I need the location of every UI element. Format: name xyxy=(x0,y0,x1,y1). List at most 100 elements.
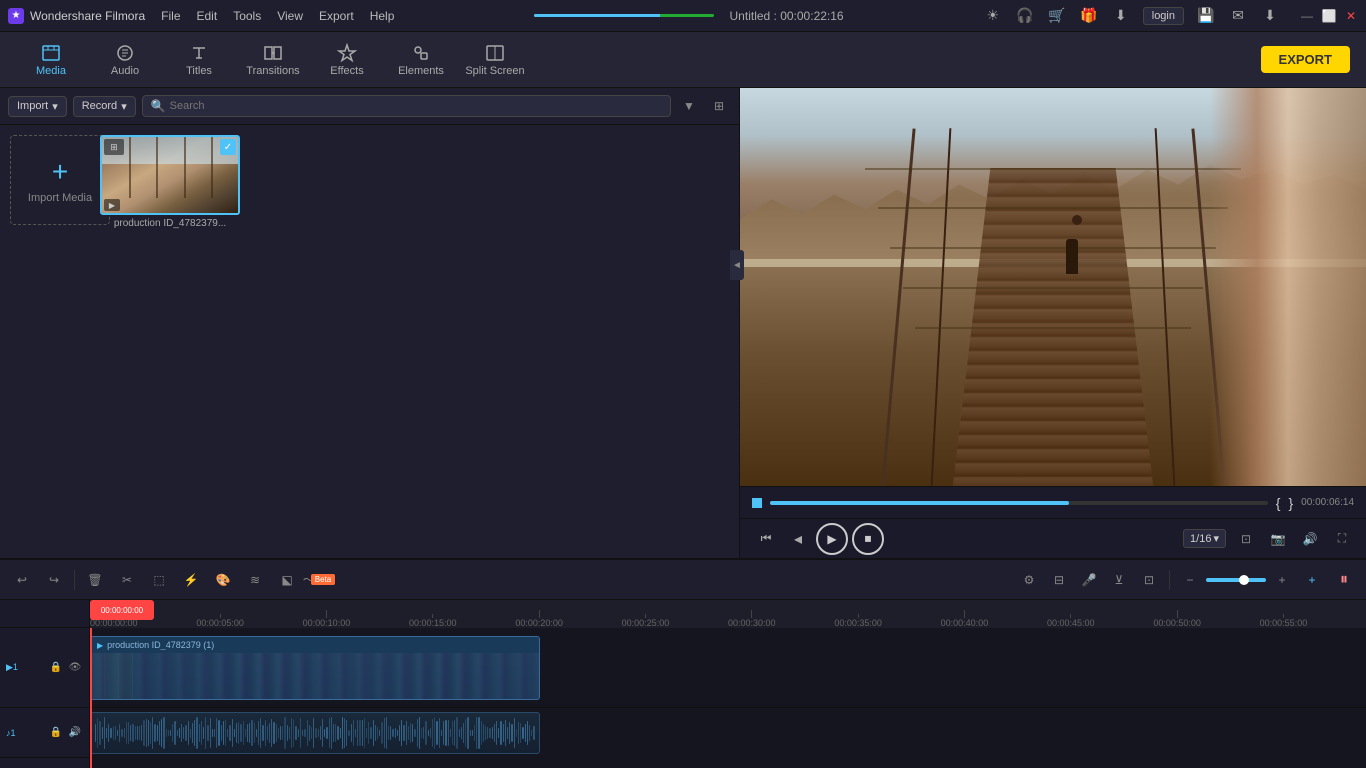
waveform-bar xyxy=(395,728,396,738)
waveform-bar xyxy=(417,719,418,747)
undo-button[interactable]: ↩ xyxy=(8,566,36,594)
out-point-marker[interactable]: } xyxy=(1288,495,1293,511)
toolbar: Media Audio Titles Transitions Effects E… xyxy=(0,32,1366,88)
message-icon[interactable]: ✉ xyxy=(1228,6,1248,26)
grid-view-icon[interactable]: ⊞ xyxy=(707,94,731,118)
minimize-button[interactable]: — xyxy=(1300,9,1314,23)
filter-icon[interactable]: ▼ xyxy=(677,94,701,118)
toolbar-split-screen[interactable]: Split Screen xyxy=(460,36,530,84)
menu-help[interactable]: Help xyxy=(370,9,395,23)
add-track-button[interactable]: + xyxy=(1300,568,1324,592)
close-button[interactable]: ✕ xyxy=(1344,9,1358,23)
play-button[interactable]: ▶ xyxy=(816,523,848,555)
waveform-bar xyxy=(465,719,466,746)
delete-button[interactable]: 🗑 xyxy=(81,566,109,594)
cart-icon[interactable]: 🛒 xyxy=(1047,6,1067,26)
toolbar-separator xyxy=(74,570,75,590)
save-icon[interactable]: 💾 xyxy=(1196,6,1216,26)
speed-button[interactable]: ⚡ xyxy=(177,566,205,594)
timeline-scrubber[interactable] xyxy=(770,501,1268,505)
loading-bar-fill xyxy=(534,14,660,17)
waveform-bar xyxy=(207,725,208,741)
media-item[interactable]: ⊞ ✓ ▶ production ID_4782379... xyxy=(120,135,220,229)
pause-timeline-button[interactable]: ⏸ xyxy=(1330,566,1358,594)
collapse-arrow[interactable]: ◄ xyxy=(730,250,744,280)
waveform-bar xyxy=(280,726,281,740)
collapse-icon: ◄ xyxy=(732,260,742,271)
maximize-button[interactable]: ⬜ xyxy=(1322,9,1336,23)
video-clip-frames xyxy=(91,653,539,700)
snap-icon[interactable]: ⊟ xyxy=(1047,568,1071,592)
beta-badge: Beta xyxy=(311,574,335,585)
waveform-bar xyxy=(514,718,515,749)
preview-area xyxy=(740,88,1366,486)
fullscreen-preview-icon[interactable]: ⊡ xyxy=(1234,527,1258,551)
video-clip[interactable]: ▶ production ID_4782379 (1) xyxy=(90,636,540,700)
waveform-bar xyxy=(251,720,252,747)
menu-view[interactable]: View xyxy=(277,9,303,23)
timeline-ruler[interactable]: 00:00:00:00 // Will be generated by JS 0… xyxy=(90,600,1366,628)
menu-file[interactable]: File xyxy=(161,9,180,23)
sun-icon[interactable]: ☀ xyxy=(983,6,1003,26)
audio-track-lock-icon[interactable]: 🔒 xyxy=(48,725,64,741)
audio-duck-icon[interactable]: ⊻ xyxy=(1107,568,1131,592)
waveform-bar xyxy=(408,726,409,740)
cut-button[interactable]: ✂ xyxy=(113,566,141,594)
toolbar-titles[interactable]: Titles xyxy=(164,36,234,84)
download-icon[interactable]: ⬇ xyxy=(1111,6,1131,26)
frame-back-button[interactable]: ◂ xyxy=(784,525,812,553)
in-point-marker[interactable]: { xyxy=(1276,495,1281,511)
quality-selector[interactable]: 1/16 ▾ xyxy=(1183,529,1226,548)
waveform-bar xyxy=(234,729,235,737)
waveform-bar xyxy=(243,721,244,745)
snap-settings-icon[interactable]: ⚙ xyxy=(1017,568,1041,592)
pip-icon[interactable]: ⊡ xyxy=(1137,568,1161,592)
login-button[interactable]: login xyxy=(1143,7,1184,25)
import-dropdown[interactable]: Import ▾ xyxy=(8,96,67,117)
toolbar-media[interactable]: Media xyxy=(16,36,86,84)
zoom-out-button[interactable]: − xyxy=(1178,568,1202,592)
redo-button[interactable]: ↪ xyxy=(40,566,68,594)
stop-button[interactable]: ⏹ xyxy=(852,523,884,555)
ai-tools-button[interactable]: 〜 Beta xyxy=(305,566,333,594)
headphone-icon[interactable]: 🎧 xyxy=(1015,6,1035,26)
menu-edit[interactable]: Edit xyxy=(197,9,218,23)
screenshot-icon[interactable]: 📷 xyxy=(1266,527,1290,551)
toolbar-audio[interactable]: Audio xyxy=(90,36,160,84)
export-button[interactable]: EXPORT xyxy=(1261,46,1350,73)
search-input[interactable] xyxy=(170,100,662,112)
waveform-bar xyxy=(403,725,404,741)
menu-tools[interactable]: Tools xyxy=(233,9,261,23)
track-eye-icon[interactable]: 👁 xyxy=(67,660,83,676)
track-lock-icon[interactable]: 🔒 xyxy=(48,660,64,676)
waveform-bar xyxy=(267,726,268,740)
toolbar-transitions[interactable]: Transitions xyxy=(238,36,308,84)
progress-fill xyxy=(770,501,1069,505)
color-button[interactable]: 🎨 xyxy=(209,566,237,594)
audio-eq-button[interactable]: ≋ xyxy=(241,566,269,594)
toolbar-elements[interactable]: Elements xyxy=(386,36,456,84)
media-thumbnail[interactable]: ⊞ ✓ ▶ xyxy=(100,135,240,215)
menu-export[interactable]: Export xyxy=(319,9,354,23)
volume-preview-icon[interactable]: 🔊 xyxy=(1298,527,1322,551)
waveform-bar xyxy=(157,725,158,740)
toolbar-effects[interactable]: Effects xyxy=(312,36,382,84)
record-dropdown[interactable]: Record ▾ xyxy=(73,96,136,117)
zoom-in-button[interactable]: + xyxy=(1270,568,1294,592)
crop-button[interactable]: ⬚ xyxy=(145,566,173,594)
zoom-slider[interactable] xyxy=(1206,578,1266,582)
mic-icon[interactable]: 🎤 xyxy=(1077,568,1101,592)
gift-icon[interactable]: 🎁 xyxy=(1079,6,1099,26)
transform-button[interactable]: ⬕ xyxy=(273,566,301,594)
progress-handle[interactable] xyxy=(752,498,762,508)
waveform-bar xyxy=(188,721,189,745)
waveform-bar xyxy=(441,730,442,737)
step-back-button[interactable]: ⏮ xyxy=(752,525,780,553)
expand-preview-icon[interactable]: ⛶ xyxy=(1330,527,1354,551)
download2-icon[interactable]: ⬇ xyxy=(1260,6,1280,26)
audio-clip[interactable] xyxy=(90,712,540,754)
import-media-button[interactable]: + Import Media xyxy=(10,135,110,225)
clip-play-icon: ▶ xyxy=(97,641,103,650)
audio-track-eye-icon[interactable]: 🔊 xyxy=(67,725,83,741)
preview-progress-bar: { } 00:00:06:14 xyxy=(740,486,1366,518)
